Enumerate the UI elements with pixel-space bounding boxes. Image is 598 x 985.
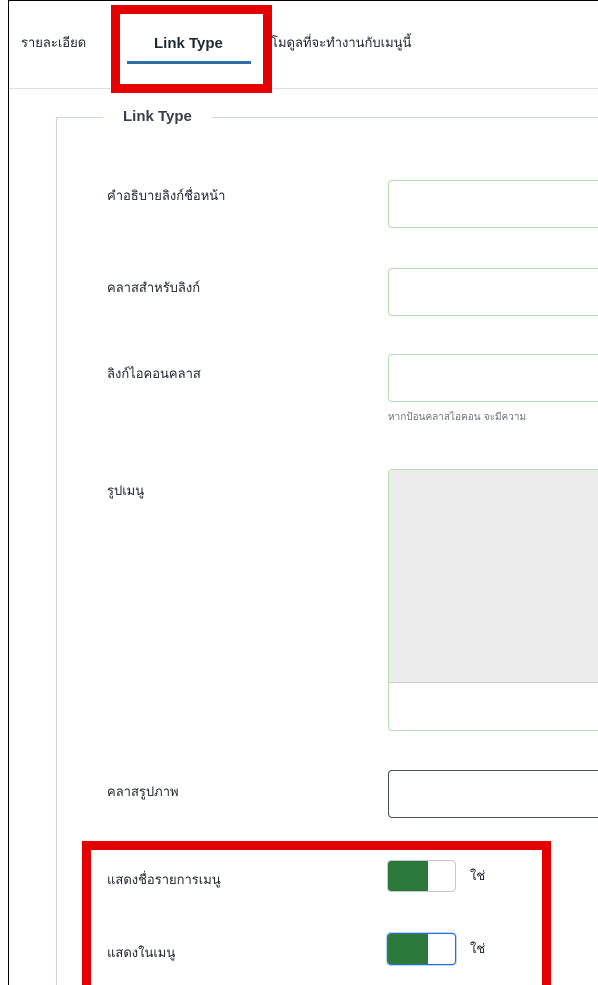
link-class-input[interactable] <box>388 268 598 316</box>
link-title-attr-input[interactable] <box>388 180 598 228</box>
image-class-input[interactable] <box>388 770 598 818</box>
toggle-on-fill <box>388 934 428 964</box>
show-in-menu-toggle[interactable] <box>387 933 456 965</box>
show-title-label: แสดงชื่อรายการเมนู <box>107 873 221 888</box>
tab-link-type[interactable]: Link Type <box>154 35 223 53</box>
tab-details[interactable]: รายละเอียด <box>21 35 86 53</box>
toggle-on-fill <box>388 861 428 891</box>
link-icon-class-input[interactable] <box>388 354 598 402</box>
show-in-menu-label: แสดงในเมนู <box>107 946 176 961</box>
fieldset-legend: Link Type <box>103 107 212 127</box>
show-in-menu-state: ใช่ <box>470 942 486 957</box>
menu-image-field[interactable] <box>388 469 598 731</box>
menu-image-preview <box>389 470 598 683</box>
tab-modules[interactable]: โมดูลที่จะทำงานกับเมนูนี้ <box>271 35 411 53</box>
tab-bar: รายละเอียด Link Type โมดูลที่จะทำงานกับเ… <box>9 1 598 89</box>
link-icon-class-help: หากป้อนคลาสไอคอน จะมีความ <box>388 412 527 423</box>
link-class-label: คลาสสำหรับลิงก์ <box>107 281 201 296</box>
link-title-attr-label: คำอธิบายลิงก์ชื่อหน้า <box>107 189 226 204</box>
active-tab-indicator <box>127 61 251 64</box>
menu-image-label: รูปเมนู <box>107 484 145 499</box>
show-title-toggle[interactable] <box>387 860 456 892</box>
link-icon-class-label: ลิงก์ไอคอนคลาส <box>107 367 201 382</box>
show-title-state: ใช่ <box>470 869 486 884</box>
image-class-label: คลาสรูปภาพ <box>107 785 179 800</box>
page: รายละเอียด Link Type โมดูลที่จะทำงานกับเ… <box>0 0 598 985</box>
